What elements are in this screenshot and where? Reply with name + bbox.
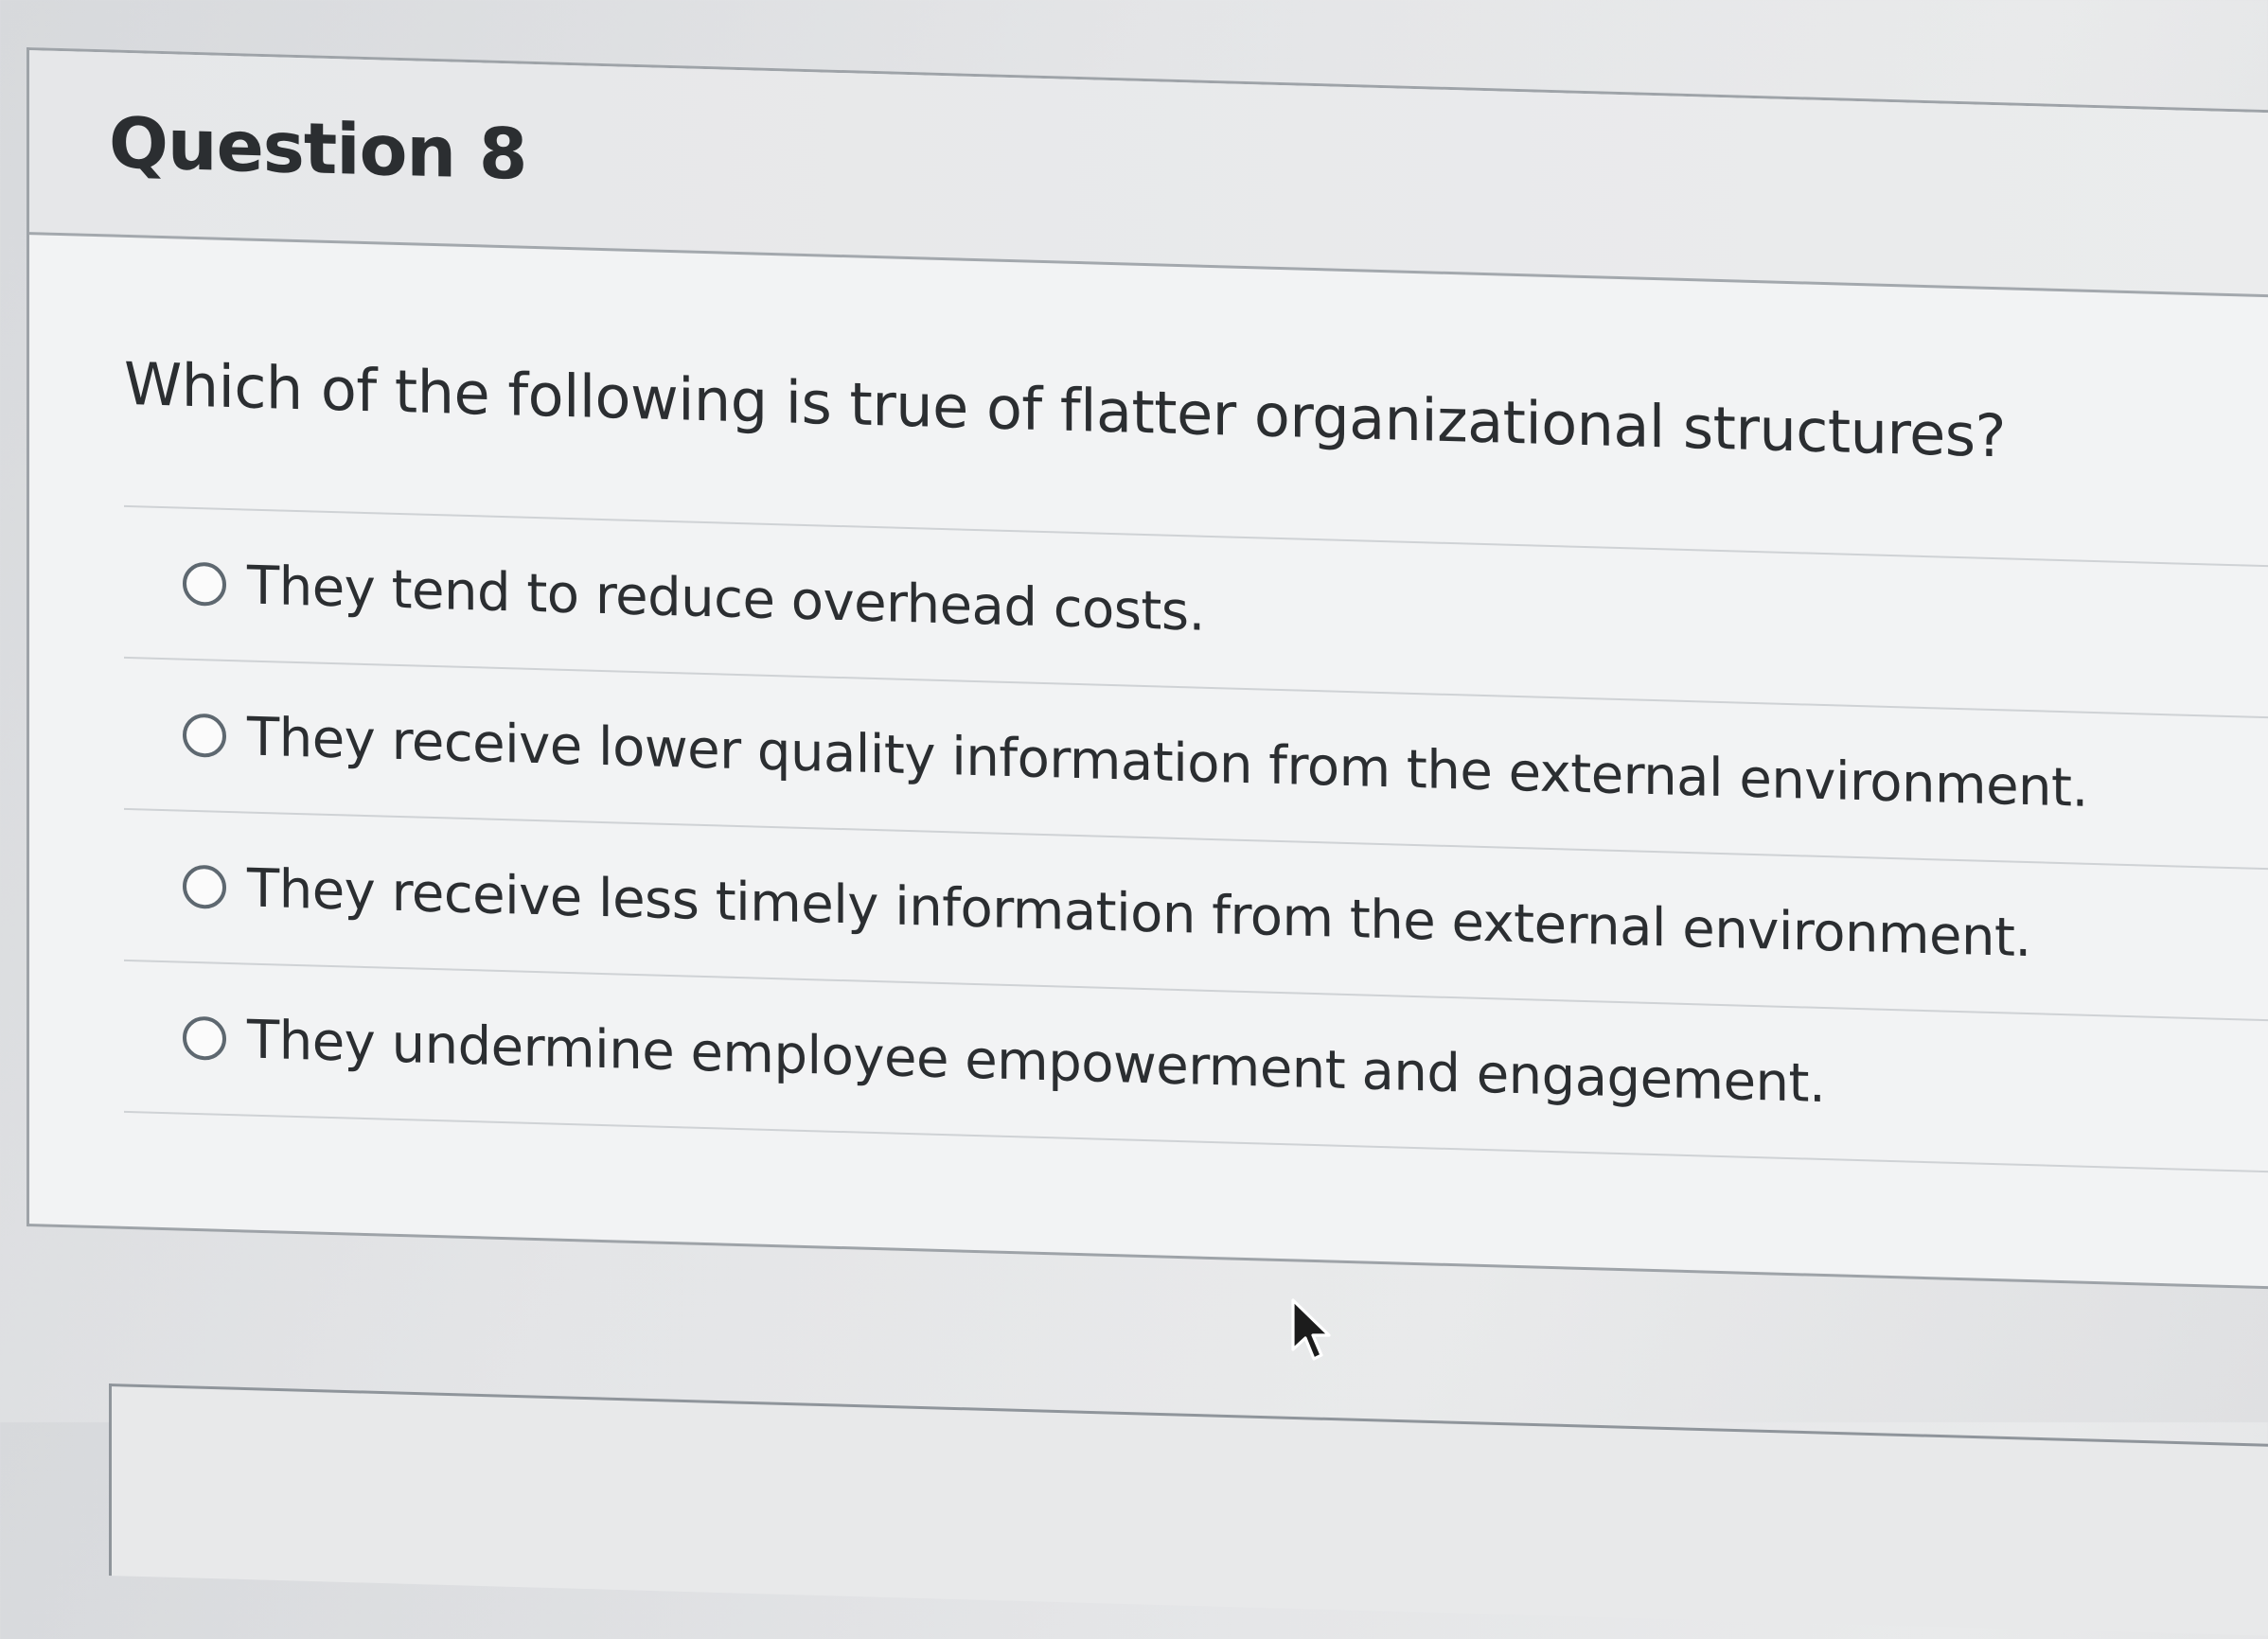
radio-unselected-icon[interactable] — [183, 1015, 226, 1061]
question-card: Question 8 Which of the following is tru… — [27, 47, 2268, 1291]
question-text: Which of the following is true of flatte… — [124, 348, 2006, 471]
question-title: Question 8 — [109, 102, 527, 196]
answer-label: They undermine employee empowerment and … — [247, 1009, 1826, 1115]
answer-list: They tend to reduce overhead costs. They… — [124, 504, 2268, 1174]
radio-unselected-icon[interactable] — [183, 864, 226, 909]
answer-label: They tend to reduce overhead costs. — [247, 555, 1205, 643]
question-body: Which of the following is true of flatte… — [29, 235, 2268, 1174]
answer-label: They receive lower quality information f… — [247, 706, 2088, 820]
radio-unselected-icon[interactable] — [183, 561, 226, 607]
radio-unselected-icon[interactable] — [183, 713, 226, 758]
answer-label: They receive less timely information fro… — [247, 857, 2031, 969]
mouse-pointer-icon — [1291, 1298, 1331, 1361]
